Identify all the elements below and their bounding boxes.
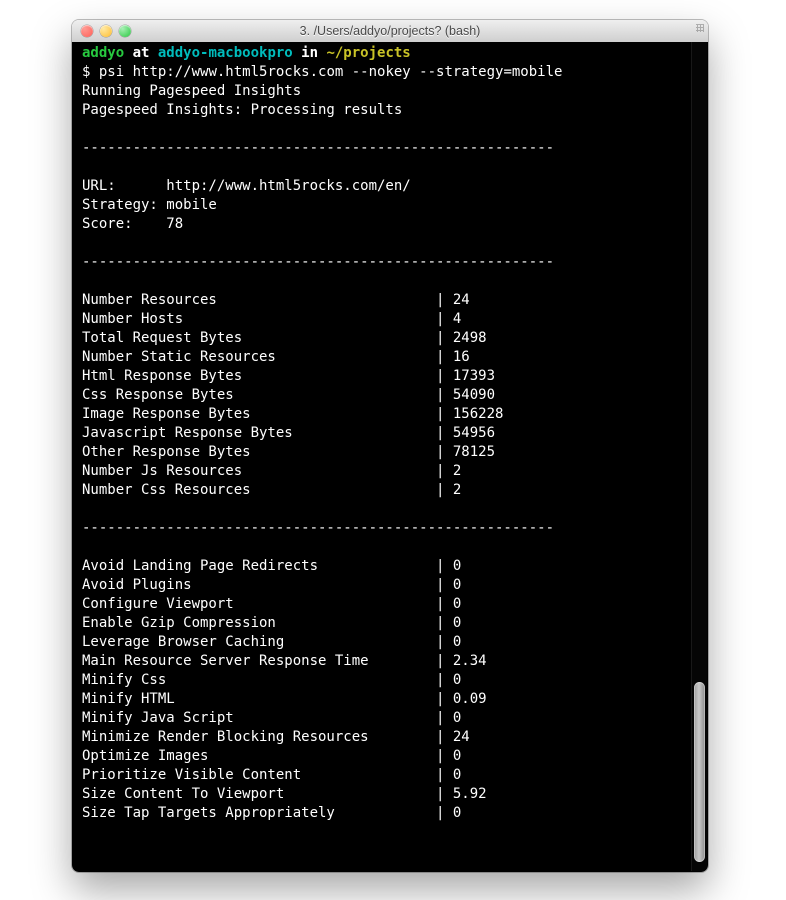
scrollbar-thumb[interactable] bbox=[694, 682, 705, 862]
zoom-icon[interactable] bbox=[119, 25, 131, 37]
rule-row: Leverage Browser Caching | 0 bbox=[82, 634, 461, 650]
summary-strategy: Strategy: mobile bbox=[82, 197, 217, 213]
rule-row: Prioritize Visible Content | 0 bbox=[82, 767, 461, 783]
stat-row: Number Static Resources | 16 bbox=[82, 349, 470, 365]
status-running: Running Pagespeed Insights bbox=[82, 83, 301, 99]
terminal-body[interactable]: addyo at addyo-macbookpro in ~/projects … bbox=[72, 42, 708, 872]
close-icon[interactable] bbox=[81, 25, 93, 37]
rule-row: Size Tap Targets Appropriately | 0 bbox=[82, 805, 461, 821]
rule-row: Optimize Images | 0 bbox=[82, 748, 461, 764]
vertical-scrollbar[interactable] bbox=[691, 42, 707, 871]
rule-row: Enable Gzip Compression | 0 bbox=[82, 615, 461, 631]
rule-row: Minimize Render Blocking Resources | 24 bbox=[82, 729, 470, 745]
prompt-symbol: $ bbox=[82, 64, 90, 80]
stat-row: Number Css Resources | 2 bbox=[82, 482, 461, 498]
stat-row: Css Response Bytes | 54090 bbox=[82, 387, 495, 403]
stat-row: Number Hosts | 4 bbox=[82, 311, 461, 327]
rule-row: Minify Java Script | 0 bbox=[82, 710, 461, 726]
rule-row: Avoid Landing Page Redirects | 0 bbox=[82, 558, 461, 574]
terminal-window: 3. /Users/addyo/projects? (bash) addyo a… bbox=[72, 20, 708, 872]
divider: ----------------------------------------… bbox=[82, 140, 554, 156]
stat-row: Javascript Response Bytes | 54956 bbox=[82, 425, 495, 441]
stat-row: Image Response Bytes | 156228 bbox=[82, 406, 503, 422]
command-line: psi http://www.html5rocks.com --nokey --… bbox=[99, 64, 563, 80]
summary-url: URL: http://www.html5rocks.com/en/ bbox=[82, 178, 411, 194]
minimize-icon[interactable] bbox=[100, 25, 112, 37]
stat-row: Html Response Bytes | 17393 bbox=[82, 368, 495, 384]
stat-row: Total Request Bytes | 2498 bbox=[82, 330, 487, 346]
prompt-at: at bbox=[124, 45, 158, 61]
rule-row: Configure Viewport | 0 bbox=[82, 596, 461, 612]
rule-row: Minify HTML | 0.09 bbox=[82, 691, 487, 707]
summary-score: Score: 78 bbox=[82, 216, 183, 232]
titlebar[interactable]: 3. /Users/addyo/projects? (bash) bbox=[72, 20, 708, 43]
divider: ----------------------------------------… bbox=[82, 520, 554, 536]
prompt-in: in bbox=[293, 45, 327, 61]
rule-row: Avoid Plugins | 0 bbox=[82, 577, 461, 593]
status-processing: Pagespeed Insights: Processing results bbox=[82, 102, 402, 118]
rule-row: Main Resource Server Response Time | 2.3… bbox=[82, 653, 487, 669]
window-controls bbox=[81, 25, 131, 37]
prompt-path: ~/projects bbox=[326, 45, 410, 61]
prompt-user: addyo bbox=[82, 45, 124, 61]
prompt-host: addyo-macbookpro bbox=[158, 45, 293, 61]
window-title: 3. /Users/addyo/projects? (bash) bbox=[72, 24, 708, 38]
stat-row: Number Js Resources | 2 bbox=[82, 463, 461, 479]
fullscreen-icon[interactable] bbox=[692, 24, 704, 36]
stat-row: Number Resources | 24 bbox=[82, 292, 470, 308]
rule-row: Size Content To Viewport | 5.92 bbox=[82, 786, 487, 802]
divider: ----------------------------------------… bbox=[82, 254, 554, 270]
rule-row: Minify Css | 0 bbox=[82, 672, 461, 688]
stat-row: Other Response Bytes | 78125 bbox=[82, 444, 495, 460]
